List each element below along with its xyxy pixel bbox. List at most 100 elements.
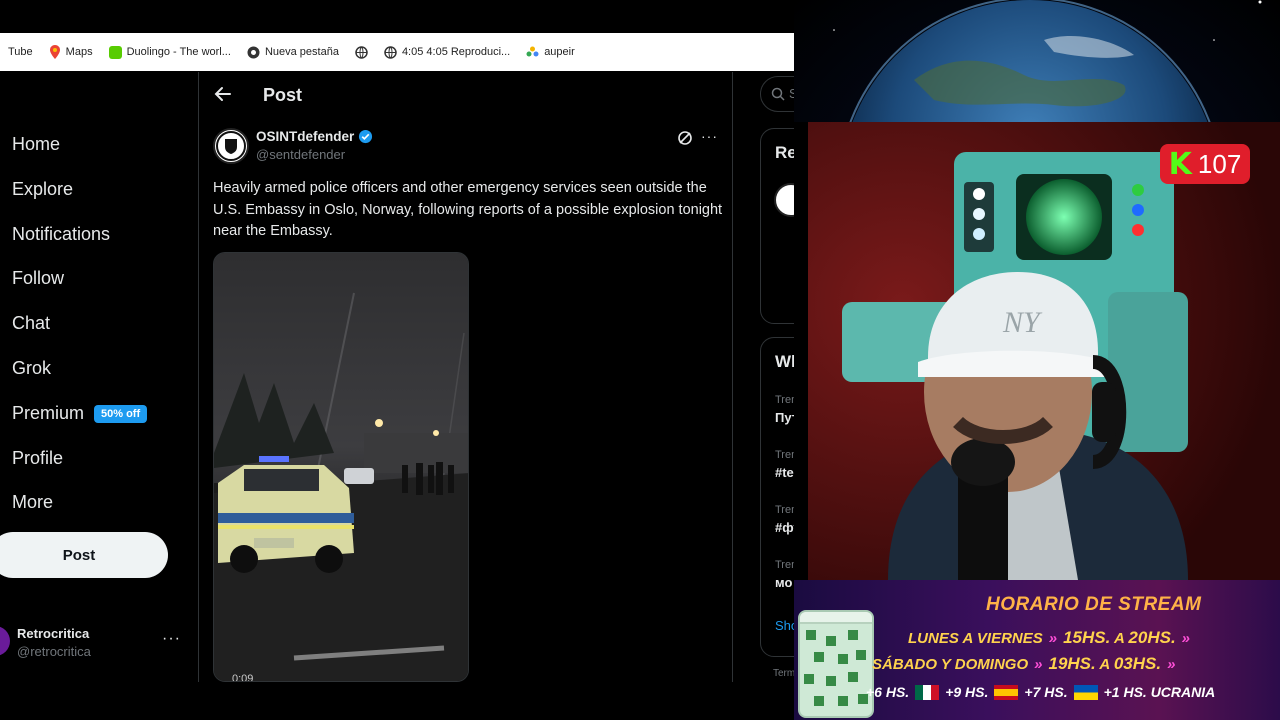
video-frame-image bbox=[214, 253, 468, 681]
spain-flag-icon bbox=[994, 684, 1019, 700]
bookmark-label: aupeir bbox=[544, 46, 575, 58]
schedule-days: LUNES A VIERNES bbox=[908, 630, 1043, 647]
bookmark-new-tab[interactable]: Nueva pestaña bbox=[239, 46, 347, 59]
schedule-row-weekend: SÁBADO Y DOMINGO » 19HS. A 03HS. » bbox=[872, 654, 1181, 674]
trend-label: Trendi bbox=[775, 559, 794, 571]
terms-link[interactable]: Term bbox=[773, 668, 794, 679]
author-name-text: OSINTdefender bbox=[256, 129, 355, 144]
card-title: Wha bbox=[775, 352, 794, 371]
timezone-row: +6 HS. +9 HS. +7 HS. +1 HS. UCRANIA bbox=[866, 684, 1215, 700]
back-arrow-icon[interactable] bbox=[213, 84, 233, 104]
kick-viewer-badge: K 107 bbox=[1160, 144, 1250, 184]
bookmark-maps[interactable]: Maps bbox=[41, 45, 101, 59]
author-name[interactable]: OSINTdefender bbox=[256, 129, 373, 144]
schedule-days: SÁBADO Y DOMINGO bbox=[872, 656, 1029, 673]
author-avatar[interactable] bbox=[213, 128, 249, 164]
schedule-to: 20HS. bbox=[1128, 628, 1176, 647]
bookmark-label: Duolingo - The worl... bbox=[126, 46, 231, 58]
double-arrow-icon: » bbox=[1167, 656, 1176, 673]
grok-icon[interactable] bbox=[677, 130, 693, 146]
nav-label: Grok bbox=[12, 358, 52, 378]
trend-item[interactable]: мо bbox=[775, 575, 792, 590]
verified-badge-icon bbox=[359, 129, 373, 144]
nav-label: Profile bbox=[12, 448, 64, 468]
nav-profile[interactable]: Profile bbox=[12, 448, 63, 469]
mexico-flag-icon bbox=[915, 684, 940, 700]
post-button[interactable]: Post bbox=[0, 532, 168, 578]
bottom-blackbar bbox=[0, 682, 794, 720]
nav-label: Premium bbox=[12, 403, 85, 423]
trend-item[interactable]: #telc bbox=[775, 465, 794, 480]
bookmark-label: 4:05 4:05 Reproduci... bbox=[401, 46, 511, 58]
more-icon[interactable]: ··· bbox=[701, 128, 718, 144]
trend-item[interactable]: #фут bbox=[775, 520, 794, 535]
bookmark-duolingo[interactable]: Duolingo - The worl... bbox=[101, 45, 239, 59]
double-arrow-icon: » bbox=[1181, 630, 1191, 647]
bookmark-reproduci[interactable]: 4:05 4:05 Reproduci... bbox=[376, 45, 518, 59]
schedule-a: A bbox=[1113, 630, 1125, 647]
nav-more[interactable]: More bbox=[12, 492, 53, 513]
account-handle: @retrocritica bbox=[17, 644, 91, 659]
trend-label: Trendi bbox=[775, 449, 794, 461]
account-name: Retrocritica bbox=[17, 626, 90, 641]
browser-window: Tube Maps Duolingo - The worl... Nueva p… bbox=[0, 0, 794, 720]
svg-text:NY: NY bbox=[1002, 306, 1043, 339]
avatar bbox=[0, 626, 10, 656]
nav-label: Home bbox=[12, 134, 61, 154]
whats-happening-card: Wha Trendi Пути Trendi #telc Trendi #фут… bbox=[760, 337, 794, 657]
nav-label: Notifications bbox=[12, 224, 111, 244]
search-icon bbox=[771, 87, 785, 101]
nav-notifications[interactable]: Notifications bbox=[12, 224, 110, 245]
right-sidebar: S Rele Wha Trendi Пути Trendi #telc Tren… bbox=[733, 72, 794, 682]
timezone-offset: +9 HS. bbox=[945, 684, 989, 700]
ukraine-flag-icon bbox=[1073, 684, 1098, 700]
globe-icon bbox=[355, 45, 368, 59]
schedule-from: 15HS. bbox=[1063, 628, 1111, 647]
nav-grok[interactable]: Grok bbox=[12, 358, 51, 379]
schedule-to: 03HS. bbox=[1113, 654, 1162, 673]
nav-label: Follow bbox=[12, 268, 65, 288]
bookmark-label: Maps bbox=[65, 46, 93, 58]
post-detail-column: Post OSINTdefender @sentdefender ··· Hea… bbox=[199, 72, 732, 682]
trend-label: Trendi bbox=[775, 394, 794, 406]
search-input[interactable]: S bbox=[760, 76, 794, 112]
avatar[interactable] bbox=[774, 183, 794, 217]
trend-label: Trendi bbox=[775, 504, 794, 516]
schedule-a: A bbox=[1099, 656, 1110, 673]
nav-chat[interactable]: Chat bbox=[12, 313, 50, 334]
nav-label: Explore bbox=[12, 179, 74, 199]
bookmark-youtube[interactable]: Tube bbox=[0, 46, 41, 58]
tweet-text: Heavily armed police officers and other … bbox=[213, 180, 723, 239]
double-arrow-icon: » bbox=[1034, 656, 1043, 673]
trend-item[interactable]: Пути bbox=[775, 410, 794, 425]
nav-premium[interactable]: Premium 50% off bbox=[12, 403, 148, 424]
account-switcher[interactable]: Retrocritica @retrocritica ··· bbox=[0, 622, 190, 666]
nav-follow[interactable]: Follow bbox=[12, 268, 64, 289]
globe-icon bbox=[384, 45, 397, 59]
more-icon[interactable]: ··· bbox=[162, 630, 181, 648]
nav-explore[interactable]: Explore bbox=[12, 179, 73, 200]
jar-lid bbox=[800, 612, 872, 624]
jar-mascot bbox=[798, 610, 874, 718]
bookmark-globe[interactable] bbox=[347, 45, 376, 59]
kick-logo-icon: K bbox=[1168, 146, 1192, 182]
timezone-offset: +1 HS. UCRANIA bbox=[1103, 684, 1216, 700]
map-pin-icon bbox=[49, 45, 60, 59]
timezone-offset: +6 HS. bbox=[866, 684, 910, 700]
nav-label: More bbox=[12, 492, 54, 512]
tweet-video[interactable]: 0:09 bbox=[213, 252, 469, 682]
stream-schedule-banner: HORARIO DE STREAM LUNES A VIERNES » 15HS. … bbox=[794, 580, 1280, 720]
nav-home[interactable]: Home bbox=[12, 134, 60, 155]
show-more-link[interactable]: Sho bbox=[775, 618, 794, 633]
earth-image bbox=[833, 0, 1262, 122]
page-title: Post bbox=[263, 85, 303, 105]
kick-pattern-icon bbox=[804, 630, 868, 706]
bookmark-aupeir[interactable]: aupeir bbox=[518, 46, 583, 59]
premium-badge: 50% off bbox=[94, 404, 148, 423]
author-handle[interactable]: @sentdefender bbox=[256, 147, 345, 162]
schedule-title: HORARIO DE STREAM bbox=[986, 594, 1202, 615]
schedule-row-weekdays: LUNES A VIERNES » 15HS. A 20HS. » bbox=[908, 628, 1196, 648]
webcam-feed: NY bbox=[808, 122, 1280, 580]
bookmark-label: Nueva pestaña bbox=[264, 46, 339, 58]
double-arrow-icon: » bbox=[1048, 630, 1058, 647]
